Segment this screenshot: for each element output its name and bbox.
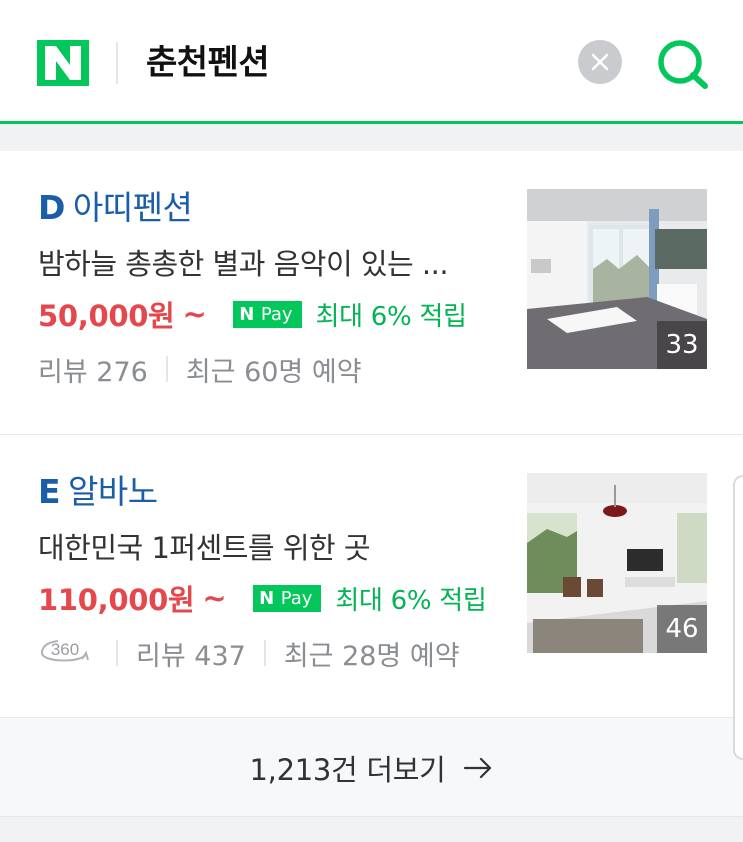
search-icon[interactable] bbox=[655, 38, 711, 90]
price-row: 50,000원 ~ N Pay 최대 6% 적립 bbox=[38, 296, 467, 333]
reward-text: 최대 6% 적립 bbox=[315, 301, 467, 332]
item-name[interactable]: 아띠펜션 bbox=[73, 188, 193, 227]
npay-n-icon: N bbox=[234, 302, 259, 326]
list-item[interactable]: E 알바노 대한민국 1퍼센트를 위한 곳 110,000원 ~ N Pay 최대… bbox=[0, 434, 743, 717]
photo-count-badge: 33 bbox=[657, 321, 707, 369]
meta-divider bbox=[263, 640, 266, 666]
item-description: 밤하늘 총총한 별과 음악이 있는 ... bbox=[38, 247, 449, 281]
item-meta: 리뷰 276 최근 60명 예약 bbox=[38, 350, 362, 389]
item-title[interactable]: D 아띠펜션 bbox=[38, 181, 193, 229]
item-meta: 360 리뷰 437 최근 28명 예약 bbox=[38, 634, 460, 673]
reward-text: 최대 6% 적립 bbox=[335, 585, 487, 616]
photo-count-badge: 46 bbox=[657, 605, 707, 653]
arrow-right-icon bbox=[464, 757, 492, 779]
naver-logo-icon[interactable] bbox=[37, 40, 89, 86]
price-suffix: ~ bbox=[202, 581, 227, 615]
badge-360-text: 360 bbox=[51, 640, 79, 659]
item-description: 대한민국 1퍼센트를 위한 곳 bbox=[38, 531, 371, 565]
search-header: 춘천펜션 bbox=[0, 0, 743, 124]
item-marker: E bbox=[38, 472, 61, 511]
npay-badge: N Pay bbox=[252, 584, 322, 612]
header-divider bbox=[116, 42, 118, 84]
item-title[interactable]: E 알바노 bbox=[38, 465, 158, 513]
item-thumbnail[interactable]: 33 bbox=[527, 189, 707, 369]
list-item[interactable]: D 아띠펜션 밤하늘 총총한 별과 음악이 있는 ... 50,000원 ~ N … bbox=[0, 151, 743, 434]
recent-booking: 최근 28명 예약 bbox=[283, 640, 460, 672]
result-list: D 아띠펜션 밤하늘 총총한 별과 음악이 있는 ... 50,000원 ~ N … bbox=[0, 151, 743, 717]
item-marker: D bbox=[38, 188, 65, 227]
npay-n-icon: N bbox=[254, 586, 279, 610]
more-results-label: 1,213건 더보기 bbox=[249, 753, 446, 787]
review-count[interactable]: 리뷰 437 bbox=[136, 634, 246, 673]
close-icon bbox=[591, 53, 609, 71]
item-price: 50,000원 bbox=[38, 299, 175, 333]
price-row: 110,000원 ~ N Pay 최대 6% 적립 bbox=[38, 580, 487, 617]
recent-booking: 최근 60명 예약 bbox=[185, 356, 362, 388]
review-count[interactable]: 리뷰 276 bbox=[38, 350, 148, 389]
search-query-input[interactable]: 춘천펜션 bbox=[146, 40, 270, 86]
more-results-inner: 1,213건 더보기 bbox=[0, 748, 743, 788]
npay-label: Pay bbox=[278, 586, 320, 610]
price-suffix: ~ bbox=[182, 297, 207, 331]
meta-divider bbox=[165, 356, 168, 382]
more-results-button[interactable]: 1,213건 더보기 bbox=[0, 717, 743, 817]
meta-divider bbox=[116, 640, 118, 666]
clear-search-button[interactable] bbox=[578, 40, 622, 84]
item-name[interactable]: 알바노 bbox=[68, 472, 158, 511]
item-price: 110,000원 bbox=[38, 583, 195, 617]
npay-label: Pay bbox=[258, 302, 300, 326]
side-scroll-handle[interactable] bbox=[733, 475, 743, 760]
item-thumbnail[interactable]: 46 bbox=[527, 473, 707, 653]
view-360-icon[interactable]: 360 bbox=[38, 637, 90, 669]
npay-badge: N Pay bbox=[232, 300, 302, 328]
